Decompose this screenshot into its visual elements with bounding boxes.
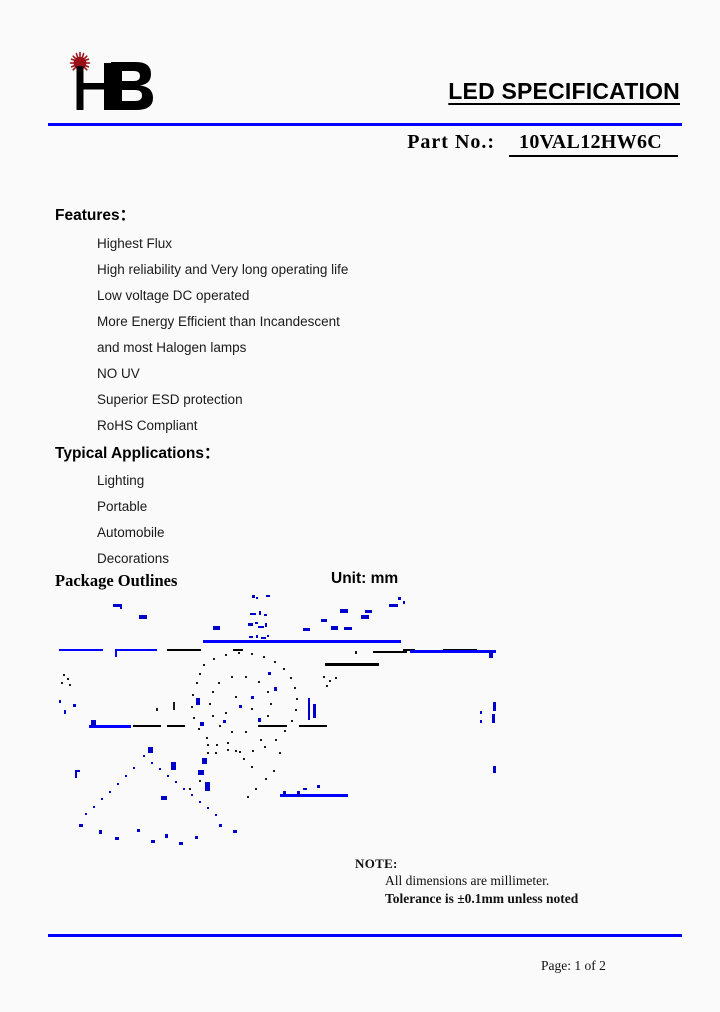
note-block: NOTE: All dimensions are millimeter. Tol… xyxy=(355,856,578,908)
list-item: More Energy Efficient than Incandescent xyxy=(97,314,340,329)
note-line-2: Tolerance is ±0.1mm unless noted xyxy=(385,891,579,906)
footer-divider xyxy=(48,934,682,937)
features-list: Highest Flux High reliability and Very l… xyxy=(97,231,348,439)
features-heading: Features： xyxy=(55,207,136,224)
part-number-value: 10VAL12HW6C xyxy=(509,131,678,157)
list-item: Lighting xyxy=(97,473,145,488)
part-number-row: Part No.: 10VAL12HW6C xyxy=(407,131,678,157)
part-number-label: Part No.: xyxy=(407,131,496,153)
page-title: LED SPECIFICATION xyxy=(448,78,680,104)
list-item: and most Halogen lamps xyxy=(97,340,247,355)
applications-list: Lighting Portable Automobile Decorations xyxy=(97,468,169,572)
list-item: Portable xyxy=(97,499,148,514)
list-item: RoHS Compliant xyxy=(97,418,198,433)
note-title: NOTE: xyxy=(355,856,398,871)
hb-logo xyxy=(66,52,176,110)
package-outlines-heading: Package Outlines xyxy=(55,571,178,590)
note-line-1: All dimensions are millimeter. xyxy=(385,873,550,888)
unit-label: Unit: mm xyxy=(331,570,399,587)
list-item: Decorations xyxy=(97,551,170,566)
list-item: NO UV xyxy=(97,366,140,381)
list-item: Automobile xyxy=(97,525,165,540)
list-item: Superior ESD protection xyxy=(97,392,243,407)
list-item: High reliability and Very long operating… xyxy=(97,262,349,277)
package-outline-drawing xyxy=(55,592,595,850)
header-divider xyxy=(48,123,682,126)
page-number: Page: 1 of 2 xyxy=(541,958,606,973)
list-item: Low voltage DC operated xyxy=(97,288,250,303)
datasheet-page: LED SPECIFICATION Part No.: 10VAL12HW6C … xyxy=(0,0,720,1012)
applications-heading: Typical Applications： xyxy=(55,445,220,462)
list-item: Highest Flux xyxy=(97,236,173,251)
